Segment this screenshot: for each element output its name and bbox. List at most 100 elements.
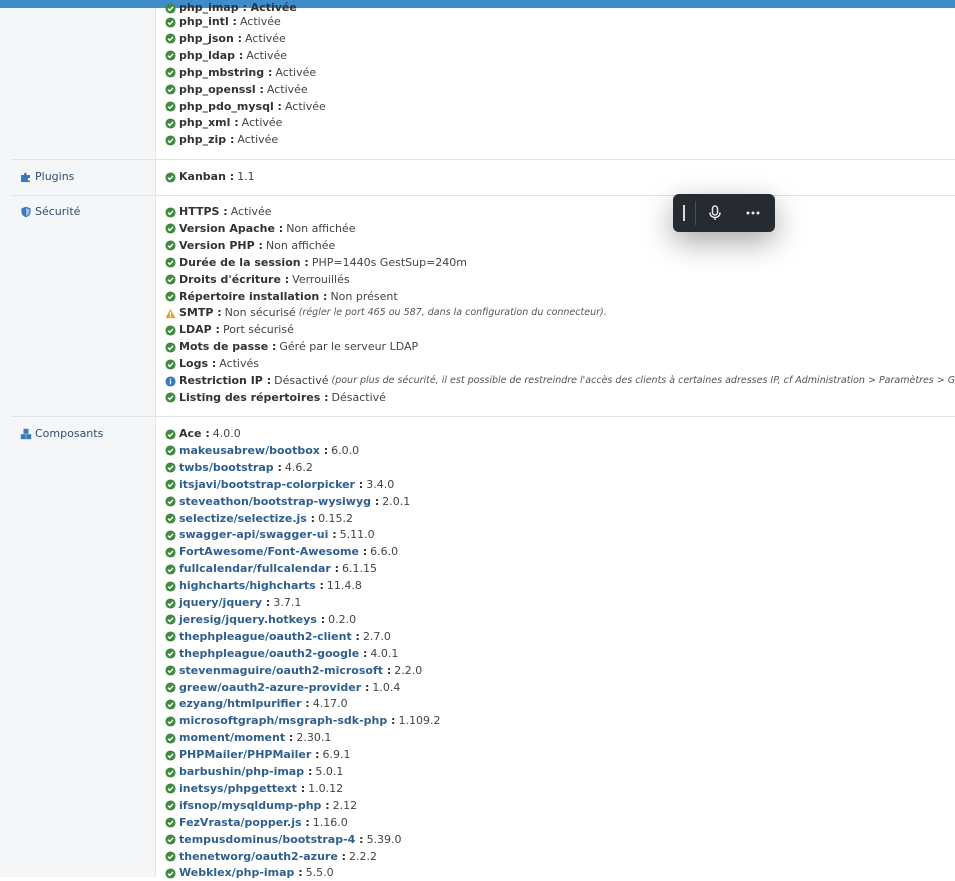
component-link[interactable]: PHPMailer/PHPMailer: [179, 747, 311, 763]
row-note: (régler le port 465 ou 587, dans la conf…: [299, 305, 607, 321]
component-row: thenetworg/oauth2-azure :2.2.2: [165, 849, 377, 865]
check-circle-icon: [165, 496, 176, 507]
text-cursor-icon[interactable]: [673, 194, 695, 232]
component-link[interactable]: steveathon/bootstrap-wysiwyg: [179, 494, 371, 510]
component-row: ifsnop/mysqldump-php :2.12: [165, 798, 357, 814]
check-circle-icon: [165, 135, 176, 146]
component-row: greew/oauth2-azure-provider :1.0.4: [165, 680, 400, 696]
row-value: 2.2.0: [394, 663, 422, 679]
component-link[interactable]: selectize/selectize.js: [179, 511, 307, 527]
row-value: 4.17.0: [313, 696, 348, 712]
shield-icon: [20, 206, 32, 218]
row-separator: :: [355, 832, 363, 848]
component-link[interactable]: tempusdominus/bootstrap-4: [179, 832, 355, 848]
row-separator: :: [297, 781, 305, 797]
component-row: thephpleague/oauth2-client :2.7.0: [165, 629, 391, 645]
row-key: Ace: [179, 426, 202, 442]
check-circle-icon: [165, 648, 176, 659]
info-circle-icon: [165, 376, 176, 387]
row-key: Mots de passe: [179, 339, 268, 355]
row-separator: :: [281, 272, 289, 288]
row-value: Activée: [237, 132, 278, 148]
component-link[interactable]: stevenmaguire/oauth2-microsoft: [179, 663, 383, 679]
component-link[interactable]: barbushin/php-imap: [179, 764, 304, 780]
component-link[interactable]: itsjavi/bootstrap-colorpicker: [179, 477, 355, 493]
component-row: inetsys/phpgettext :1.0.12: [165, 781, 343, 797]
check-circle-icon: [165, 598, 176, 609]
row-separator: :: [361, 680, 369, 696]
component-link[interactable]: thephpleague/oauth2-google: [179, 646, 359, 662]
component-link[interactable]: moment/moment: [179, 730, 285, 746]
row-separator: :: [229, 14, 237, 30]
row-value: 6.1.15: [342, 561, 377, 577]
component-link[interactable]: FezVrasta/popper.js: [179, 815, 302, 831]
check-circle-icon: [165, 530, 176, 541]
check-circle-icon: [165, 342, 176, 353]
module-row: php_pdo_mysql :Activée: [165, 99, 326, 115]
row-value: 2.7.0: [363, 629, 391, 645]
component-row: FortAwesome/Font-Awesome :6.6.0: [165, 544, 398, 560]
row-key: php_zip: [179, 132, 226, 148]
component-link[interactable]: ezyang/htmlpurifier: [179, 696, 301, 712]
component-row: FezVrasta/popper.js :1.16.0: [165, 815, 348, 831]
row-separator: :: [213, 305, 221, 321]
check-circle-icon: [165, 223, 176, 234]
component-link[interactable]: ifsnop/mysqldump-php: [179, 798, 321, 814]
check-circle-icon: [165, 513, 176, 524]
component-link[interactable]: highcharts/highcharts: [179, 578, 316, 594]
row-value: Activée: [240, 14, 281, 30]
row-key: Droits d'écriture: [179, 272, 281, 288]
component-link[interactable]: FortAwesome/Font-Awesome: [179, 544, 359, 560]
component-link[interactable]: microsoftgraph/msgraph-sdk-php: [179, 713, 387, 729]
row-separator: :: [301, 696, 309, 712]
component-link[interactable]: thephpleague/oauth2-client: [179, 629, 352, 645]
row-separator: :: [301, 255, 309, 271]
component-link[interactable]: swagger-api/swagger-ui: [179, 527, 328, 543]
row-separator: :: [226, 132, 234, 148]
row-separator: :: [317, 612, 325, 628]
top-header-bar: [0, 0, 955, 8]
securite-row: LDAP :Port sécurisé: [165, 322, 294, 338]
row-separator: :: [383, 663, 391, 679]
component-row: tempusdominus/bootstrap-4 :5.39.0: [165, 832, 402, 848]
row-separator: :: [319, 289, 327, 305]
component-link[interactable]: twbs/bootstrap: [179, 460, 274, 476]
row-value: 1.1: [237, 169, 255, 185]
component-link[interactable]: jquery/jquery: [179, 595, 262, 611]
component-row: twbs/bootstrap :4.6.2: [165, 460, 313, 476]
component-link[interactable]: makeusabrew/bootbox: [179, 443, 320, 459]
component-row: thephpleague/oauth2-google :4.0.1: [165, 646, 398, 662]
check-circle-icon: [165, 581, 176, 592]
component-link[interactable]: jeresig/jquery.hotkeys: [179, 612, 317, 628]
module-row: php_openssl :Activée: [165, 82, 308, 98]
row-key: php_pdo_mysql: [179, 99, 274, 115]
module-row: php_json :Activée: [165, 31, 286, 47]
section-label-text: Sécurité: [35, 204, 80, 220]
row-value: Géré par le serveur LDAP: [279, 339, 418, 355]
check-circle-icon: [165, 462, 176, 473]
row-separator: :: [302, 815, 310, 831]
row-value: 3.7.1: [273, 595, 301, 611]
component-link[interactable]: greew/oauth2-azure-provider: [179, 680, 361, 696]
row-key: Version Apache: [179, 221, 275, 237]
microphone-icon[interactable]: [696, 194, 734, 232]
row-value: Activés: [219, 356, 259, 372]
row-separator: :: [234, 31, 242, 47]
check-circle-icon: [165, 3, 176, 14]
check-circle-icon: [165, 50, 176, 61]
floating-voice-toolbar: [673, 194, 775, 232]
row-key: php_intl: [179, 14, 229, 30]
check-circle-icon: [165, 547, 176, 558]
row-separator: :: [359, 646, 367, 662]
row-separator: :: [320, 443, 328, 459]
component-link[interactable]: thenetworg/oauth2-azure: [179, 849, 338, 865]
row-separator: :: [304, 764, 312, 780]
more-icon[interactable]: [734, 194, 772, 232]
row-key: php_ldap: [179, 48, 235, 64]
section-label-composants: Composants: [20, 426, 103, 442]
component-link[interactable]: Webklex/php-imap: [179, 865, 294, 881]
component-link[interactable]: fullcalendar/fullcalendar: [179, 561, 331, 577]
component-link[interactable]: inetsys/phpgettext: [179, 781, 297, 797]
row-value: Non affichée: [286, 221, 355, 237]
row-separator: :: [387, 713, 395, 729]
